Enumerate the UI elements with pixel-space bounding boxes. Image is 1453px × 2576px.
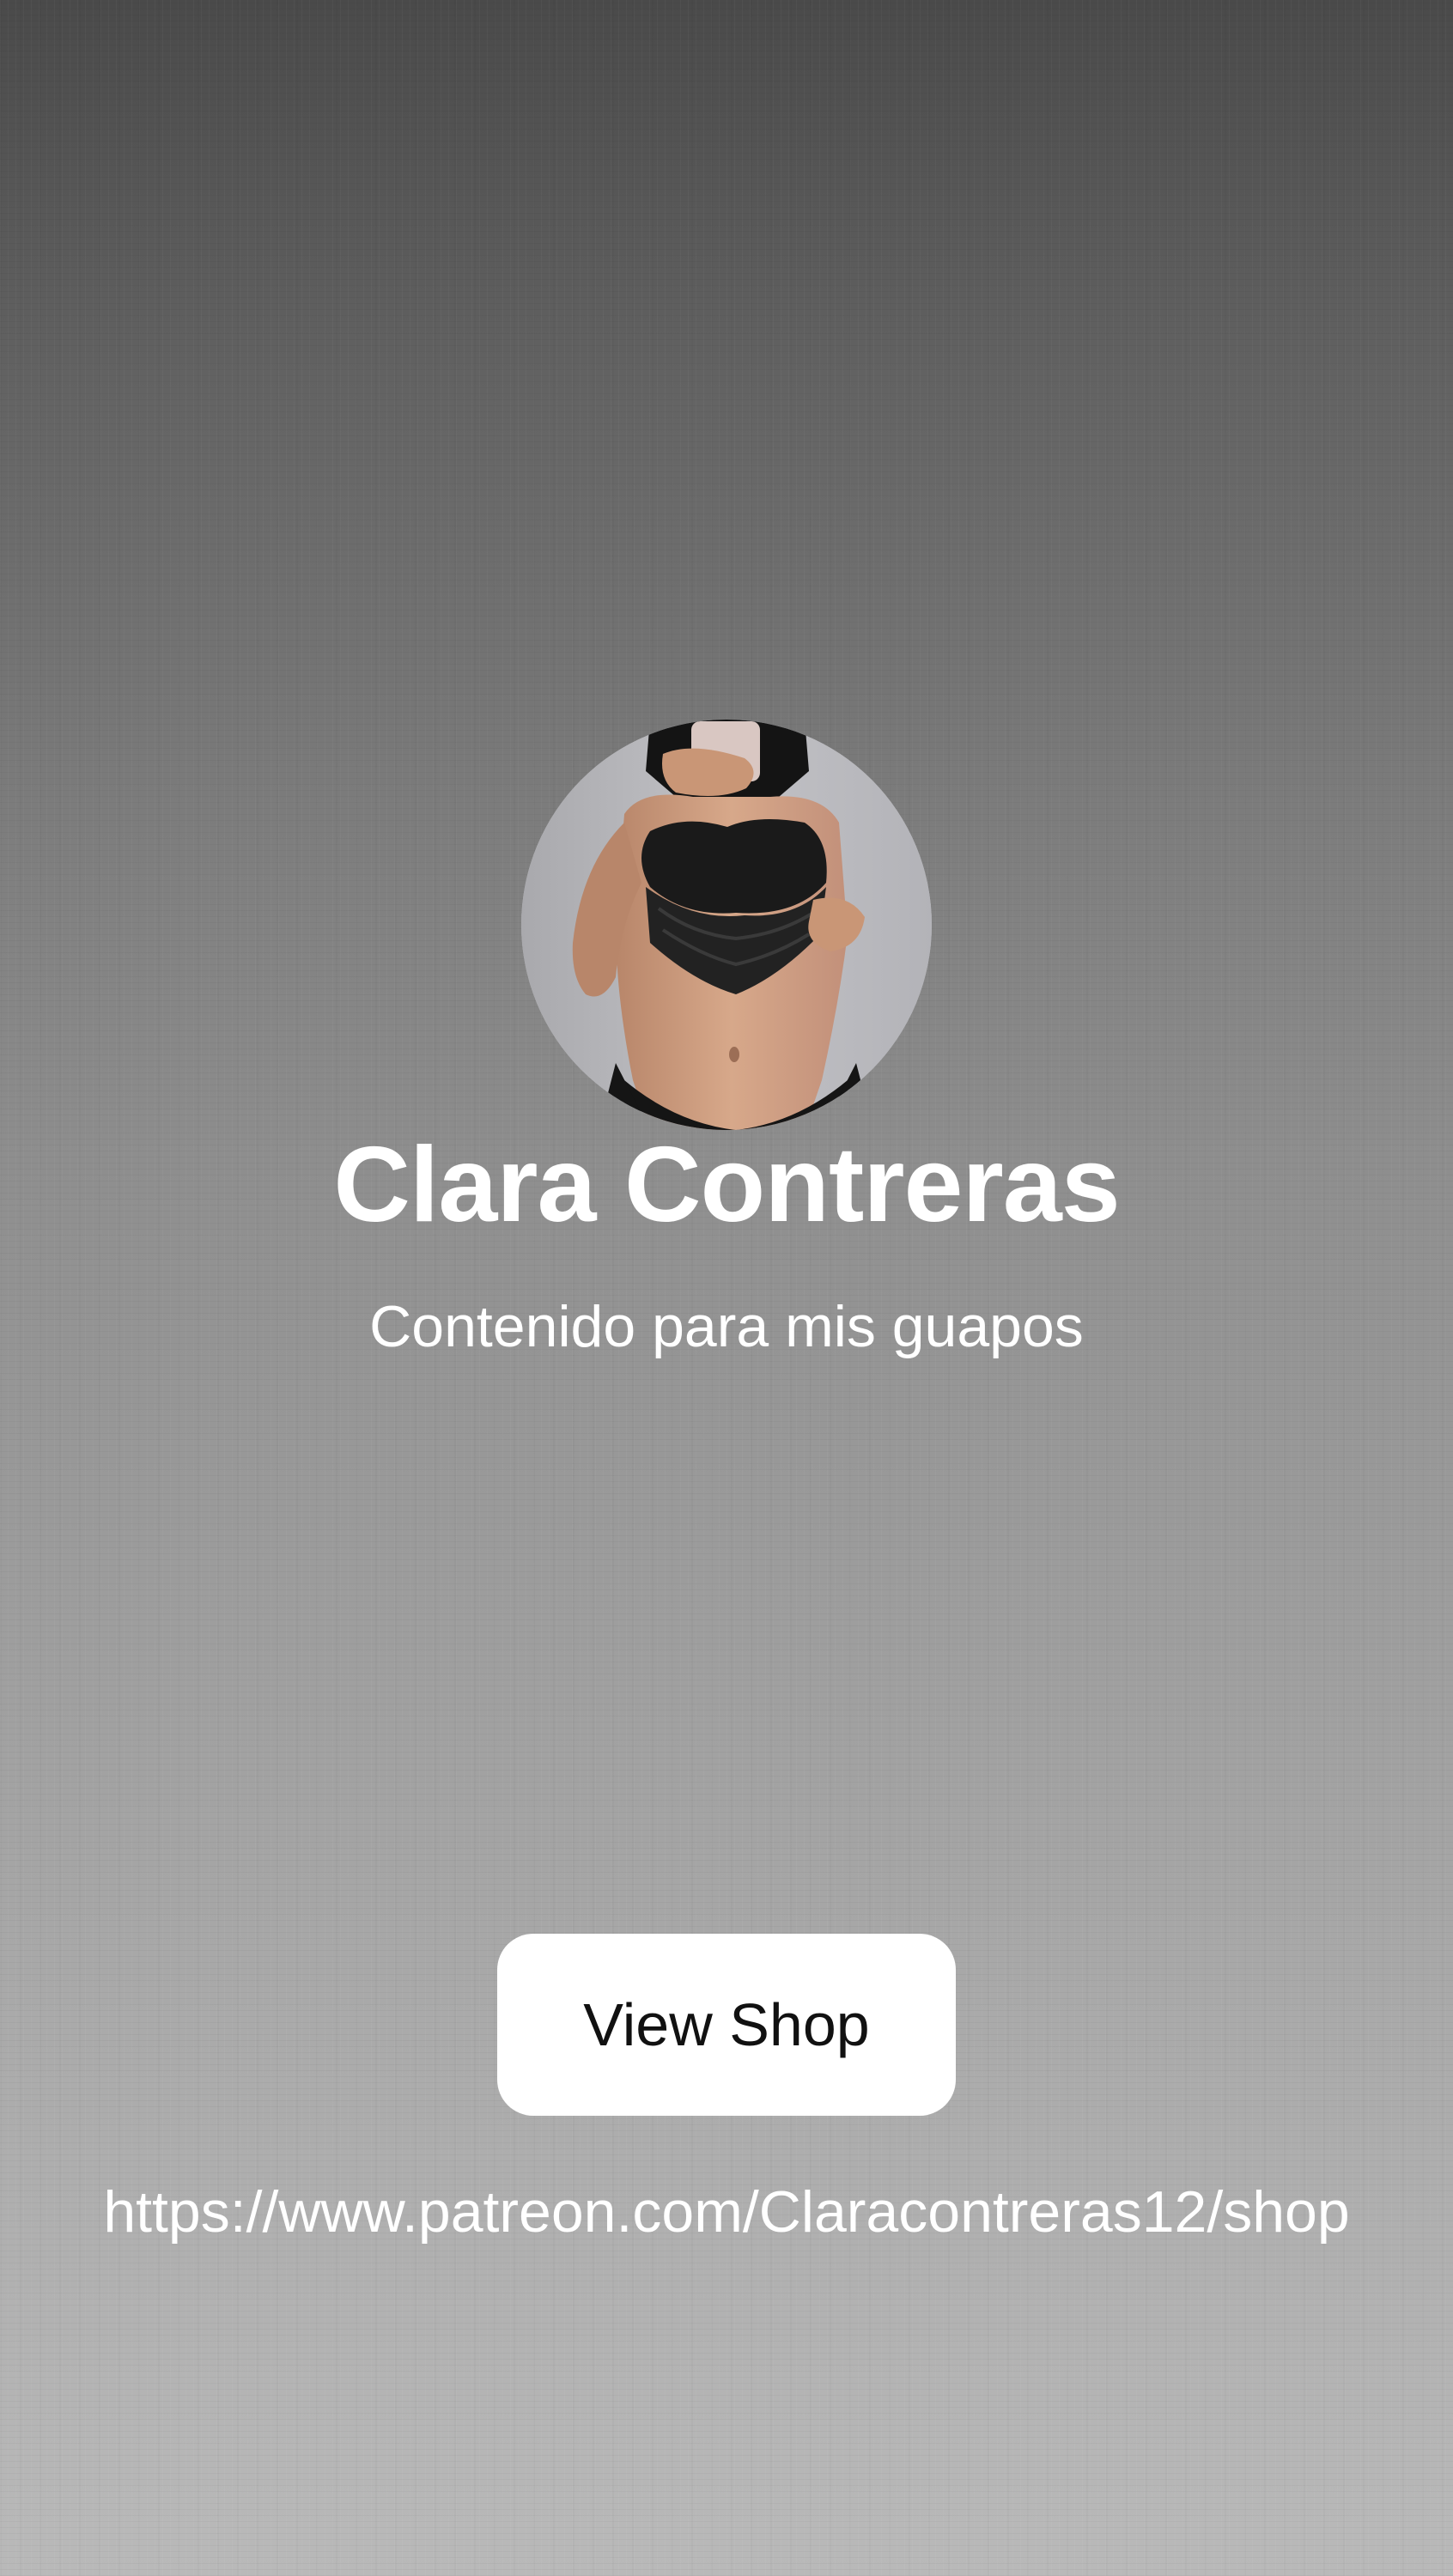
view-shop-button[interactable]: View Shop [497, 1934, 956, 2116]
link-page: Clara Contreras Contenido para mis guapo… [0, 0, 1453, 2576]
profile-bio: Contenido para mis guapos [369, 1294, 1084, 1359]
profile-name: Clara Contreras [333, 1126, 1120, 1244]
view-shop-button-label: View Shop [583, 1991, 870, 2058]
profile-avatar [521, 720, 932, 1130]
shop-url-link[interactable]: https://www.patreon.com/Claracontreras12… [74, 2175, 1379, 2249]
profile-photo-icon [521, 720, 932, 1130]
